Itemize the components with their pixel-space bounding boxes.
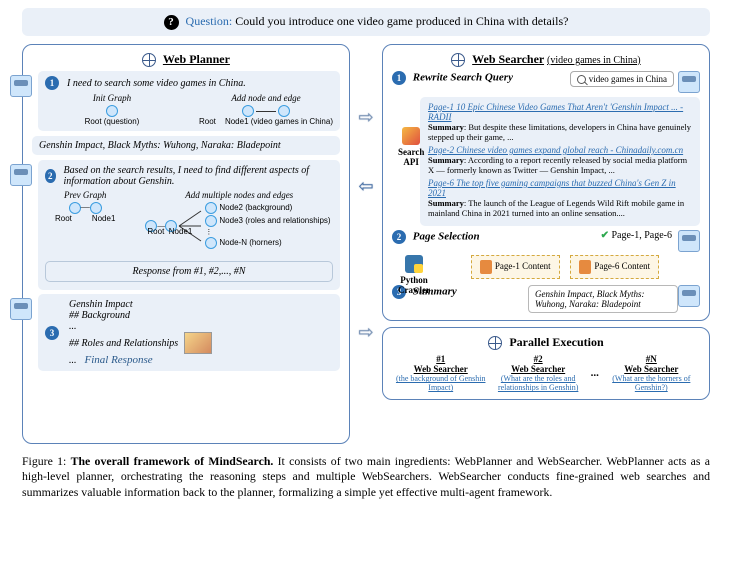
robot-icon: [10, 298, 32, 320]
node1-label: Node1: [92, 214, 116, 223]
page-title: Page-6 The top five gaming campaigns tha…: [428, 178, 692, 198]
crawler-label: Python Crawler: [398, 255, 430, 296]
illustration-icon: [184, 332, 212, 354]
page-item: Page-6 The top five gaming campaigns tha…: [428, 178, 692, 218]
planner-title: Web Planner: [32, 52, 340, 67]
ellipsis: ...: [591, 367, 599, 379]
graph-node: [69, 202, 81, 214]
final-line1: Genshin Impact: [69, 299, 333, 310]
s1-badge: 1: [392, 71, 406, 85]
robot-icon: [10, 75, 32, 97]
graph-node: [90, 202, 102, 214]
question-text: Could you introduce one video game produ…: [235, 14, 568, 28]
arrow-right-icon: ⇨: [358, 107, 373, 128]
question-mark-icon: ?: [164, 15, 179, 30]
graph-node: [278, 105, 290, 117]
api-icon: [402, 127, 420, 145]
robot-icon: [10, 164, 32, 186]
api-label: Search API: [398, 127, 424, 168]
final-line2: ## Background: [69, 310, 333, 321]
arrow-right-icon: ⇨: [358, 322, 373, 343]
page-item: Page-2 Chinese video games expand global…: [428, 145, 692, 175]
node2-label: Node2 (background): [219, 203, 292, 212]
s1-label: Rewrite Search Query: [413, 72, 513, 84]
root-label: Root (question): [45, 117, 179, 126]
response-box: Response from #1, #2,..., #N: [45, 261, 333, 282]
search-results: Page-1 10 Epic Chinese Video Games That …: [420, 97, 700, 226]
final-line4: ## Roles and Relationships: [69, 338, 178, 349]
page-title: Page-1 10 Epic Chinese Video Games That …: [428, 102, 692, 122]
search-input[interactable]: video games in China: [570, 71, 674, 87]
page-title: Page-2 Chinese video games expand global…: [428, 145, 692, 155]
step1-text: I need to search some video games in Chi…: [67, 78, 246, 89]
final-response-label: Final Response: [85, 354, 153, 366]
step3-badge: 3: [45, 326, 59, 340]
step2-badge: 2: [45, 169, 56, 183]
web-planner-panel: Web Planner 1 I need to search some vide…: [22, 44, 350, 444]
s2-badge: 2: [392, 230, 406, 244]
parallel-item: #1 Web Searcher (the background of Gensh…: [396, 354, 486, 392]
parallel-panel: Parallel Execution #1 Web Searcher (the …: [382, 327, 710, 400]
graph-node: [242, 105, 254, 117]
globe-icon: [488, 336, 502, 350]
search-icon: [577, 75, 586, 84]
root2-label: Root: [199, 117, 216, 126]
summary-output: Genshin Impact, Black Myths: Wuhong, Nar…: [528, 285, 678, 313]
robot-icon: [678, 230, 700, 252]
check-icon: ✔: [601, 230, 609, 241]
doc-icon: [480, 260, 492, 274]
add-node-label: Add node and edge: [199, 93, 333, 103]
arrow-column: ⇨ ⇦ ⇨: [354, 44, 378, 444]
node3-label: Node3 (roles and relationships): [219, 216, 330, 225]
step2-text: Based on the search results, I need to f…: [64, 165, 333, 187]
question-bar: ? Question: Could you introduce one vide…: [22, 8, 710, 36]
final-line5: ...: [69, 355, 77, 366]
final-line3: ...: [69, 321, 333, 332]
init-graph-label: Init Graph: [45, 93, 179, 103]
root-label: Root: [147, 227, 164, 236]
framework-diagram: Web Planner 1 I need to search some vide…: [22, 44, 710, 444]
parallel-item: #N Web Searcher (What are the horners of…: [606, 354, 696, 392]
nodeN-label: Node-N (horners): [219, 238, 281, 247]
web-searcher-panel: Web Searcher (video games in China) 1 Re…: [382, 44, 710, 321]
s2-label: Page Selection: [413, 231, 480, 243]
robot-icon: [678, 71, 700, 93]
question-label: Question:: [186, 14, 233, 28]
page-content-box: Page-6 Content: [570, 255, 659, 279]
graph-node: [205, 215, 217, 227]
graph-node: [106, 105, 118, 117]
parallel-title: Parallel Execution: [392, 335, 700, 350]
searcher-title: Web Searcher (video games in China): [392, 52, 700, 67]
search-value: video games in China: [589, 74, 667, 84]
robot-icon: [678, 285, 700, 307]
caption-fig: Figure 1:: [22, 454, 71, 468]
parallel-item: #2 Web Searcher (What are the roles and …: [493, 354, 583, 392]
planner-step1: 1 I need to search some video games in C…: [38, 71, 340, 131]
globe-icon: [451, 53, 465, 67]
root-label: Root: [55, 214, 72, 223]
arrow-left-icon: ⇦: [358, 176, 373, 197]
page-content-box: Page-1 Content: [471, 255, 560, 279]
prev-graph-label: Prev Graph: [45, 190, 125, 200]
figure-caption: Figure 1: The overall framework of MindS…: [22, 454, 710, 501]
graph-node: [205, 237, 217, 249]
add-multi-label: Add multiple nodes and edges: [145, 190, 333, 200]
python-icon: [405, 255, 423, 273]
page-item: Page-1 10 Epic Chinese Video Games That …: [428, 102, 692, 142]
globe-icon: [142, 53, 156, 67]
planner-step3: 3 Genshin Impact ## Background ... ## Ro…: [38, 294, 340, 371]
doc-icon: [579, 260, 591, 274]
planner-step2: 2 Based on the search results, I need to…: [38, 160, 340, 290]
graph-node: [205, 202, 217, 214]
caption-bold: The overall framework of MindSearch.: [71, 454, 274, 468]
node1-label: Node1 (video games in China): [225, 117, 333, 126]
step1-badge: 1: [45, 76, 59, 90]
selected-pages: Page-1, Page-6: [611, 230, 672, 241]
result1-box: Genshin Impact, Black Myths: Wuhong, Nar…: [32, 136, 340, 155]
node1-label: Node1: [169, 227, 193, 236]
